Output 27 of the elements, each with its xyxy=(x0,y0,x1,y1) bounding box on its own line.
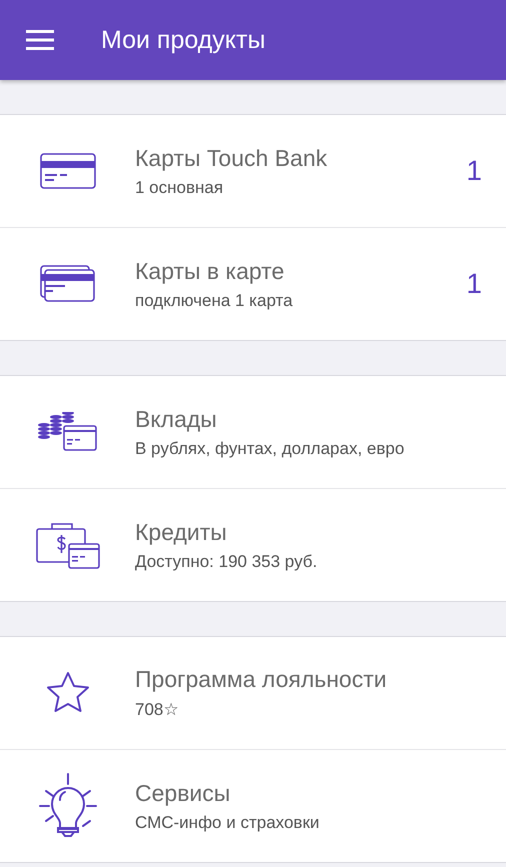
product-item[interactable]: Карты в карте подключена 1 карта 1 xyxy=(0,227,506,340)
product-subtitle: Доступно: 190 353 руб. xyxy=(135,552,318,572)
lightbulb-icon xyxy=(38,773,98,839)
product-count: 1 xyxy=(466,268,482,300)
menu-icon[interactable] xyxy=(26,30,54,50)
product-item[interactable]: Вклады В рублях, фунтах, долларах, евро xyxy=(0,376,506,488)
product-title: Карты Touch Bank xyxy=(135,144,328,172)
product-subtitle: 708☆ xyxy=(135,699,180,720)
product-item[interactable]: Карты Touch Bank 1 основная 1 xyxy=(0,115,506,227)
screen-title: Мои продукты xyxy=(101,26,266,54)
product-item[interactable]: Сервисы СМС-инфо и страховки xyxy=(0,749,506,862)
product-subtitle: СМС-инфо и страховки xyxy=(135,812,320,832)
product-subtitle: В рублях, фунтах, долларах, евро xyxy=(135,438,406,458)
product-title: Сервисы xyxy=(135,780,232,806)
coins-and-card-icon xyxy=(38,412,98,452)
product-title: Кредиты xyxy=(135,518,228,546)
product-title: Карты в карте xyxy=(135,258,286,284)
product-subtitle: подключена 1 карта xyxy=(135,290,294,310)
product-item[interactable]: Кредиты Доступно: 190 353 руб. xyxy=(0,488,506,601)
cards-icon xyxy=(40,265,96,303)
briefcase-and-card-icon xyxy=(36,521,100,569)
card-icon xyxy=(40,153,96,189)
product-count: 1 xyxy=(466,155,482,187)
product-item[interactable]: Программа лояльности 708☆ xyxy=(0,637,506,749)
product-title: Вклады xyxy=(135,406,218,432)
product-title: Программа лояльности xyxy=(135,666,388,693)
product-subtitle: 1 основная xyxy=(135,178,224,198)
